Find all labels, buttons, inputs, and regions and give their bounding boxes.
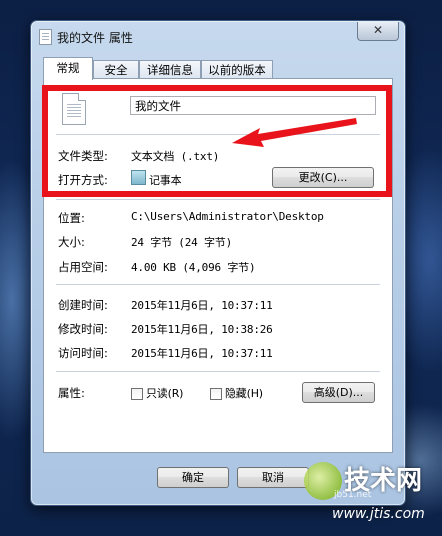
tab-general[interactable]: 常规 — [43, 57, 93, 80]
red-arrow-annotation — [232, 118, 357, 147]
watermark-domain: jb51.net — [334, 490, 372, 500]
watermark-url: www.jtis.com — [332, 506, 425, 522]
